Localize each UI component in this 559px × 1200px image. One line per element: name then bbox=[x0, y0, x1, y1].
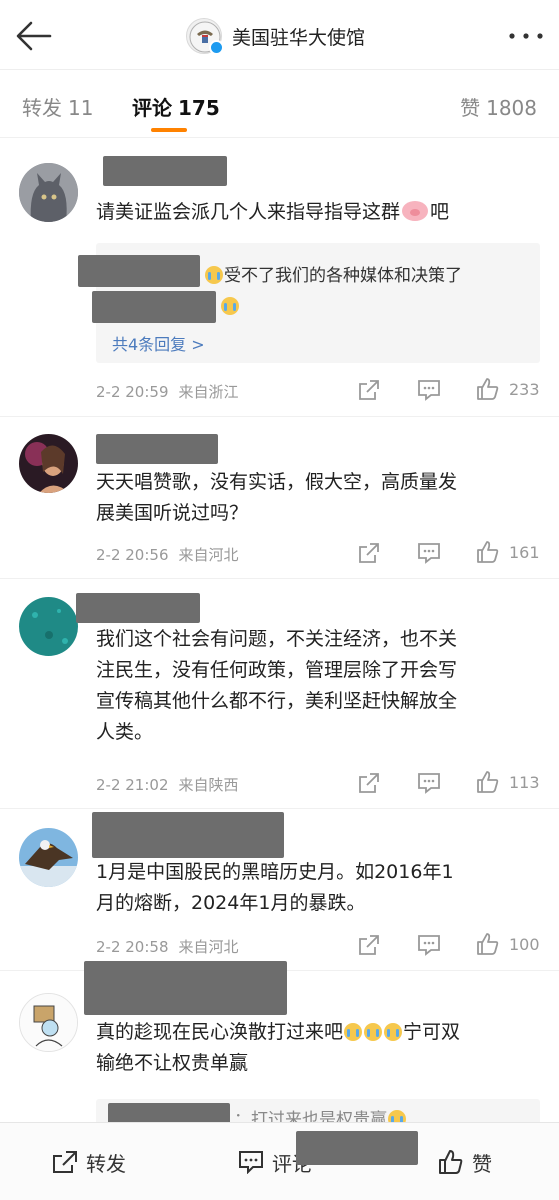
tab-label: 转发 bbox=[22, 96, 62, 120]
eagle-seal-icon bbox=[186, 18, 224, 55]
back-button[interactable] bbox=[14, 18, 54, 54]
verified-badge-icon bbox=[209, 40, 224, 55]
like-count: 113 bbox=[509, 773, 540, 792]
comment-text: 1月是中国股民的黑暗历史月。如2016年1 月的熔断，2024年1月的暴跌。 bbox=[96, 861, 454, 914]
tab-repost[interactable]: 转发 11 bbox=[22, 92, 93, 121]
share-icon[interactable] bbox=[358, 542, 380, 564]
reply-text bbox=[220, 297, 240, 317]
tab-bar: 转发 11 评论 175 赞 1808 bbox=[0, 70, 559, 138]
tab-count: 175 bbox=[178, 96, 220, 120]
comment-icon[interactable] bbox=[417, 379, 441, 401]
more-button[interactable] bbox=[506, 24, 546, 48]
avatar[interactable] bbox=[19, 597, 78, 656]
thumbs-up-icon[interactable] bbox=[476, 540, 500, 564]
avatar[interactable] bbox=[19, 828, 78, 887]
avatar[interactable] bbox=[19, 434, 78, 493]
tab-likes[interactable]: 赞 1808 bbox=[460, 92, 537, 121]
redacted-username bbox=[84, 961, 287, 1015]
comment-meta: 2-2 20:58 来自河北 bbox=[96, 938, 239, 956]
redacted-username bbox=[103, 156, 227, 186]
more-dots-icon bbox=[509, 33, 543, 39]
comment-item: 真的趁现在民心涣散打过来吧 宁可双 输绝不让权贵单赢 ：打过来也是权贵赢 bbox=[0, 961, 559, 1130]
comment-item: 天天唱赞歌，没有实话，假大空，高质量发 展美国听说过吗？ 2-2 20:56 来自河… bbox=[0, 417, 559, 579]
comment-item: 请美证监会派几个人来指导指导这群吧 受不了我们的各种媒体和决策了 共4条回复 >… bbox=[0, 139, 559, 417]
like-label: 赞 bbox=[472, 1151, 492, 1176]
crying-emoji-icon bbox=[344, 1023, 363, 1041]
crying-emoji-icon bbox=[364, 1023, 383, 1041]
crying-emoji-icon bbox=[221, 297, 239, 315]
thumbs-up-icon bbox=[439, 1150, 463, 1174]
like-count: 233 bbox=[509, 380, 540, 399]
thumbs-up-icon[interactable] bbox=[476, 770, 500, 794]
avatar[interactable] bbox=[19, 163, 78, 222]
share-icon bbox=[53, 1151, 77, 1173]
thumbs-up-icon[interactable] bbox=[476, 932, 500, 956]
comment-icon[interactable] bbox=[417, 542, 441, 564]
comment-icon bbox=[239, 1151, 263, 1174]
redacted-username bbox=[92, 812, 284, 858]
redacted-overlay bbox=[296, 1131, 418, 1165]
redacted-username bbox=[92, 291, 216, 323]
comment-text: 请美证监会派几个人来指导指导这群吧 bbox=[96, 201, 450, 223]
page-title: 美国驻华大使馆 bbox=[232, 26, 366, 49]
comment-meta: 2-2 20:59 来自浙江 bbox=[96, 383, 239, 401]
bottom-action-bar: 转发 评论 赞 bbox=[0, 1122, 559, 1200]
share-icon[interactable] bbox=[358, 934, 380, 956]
comment-text: 天天唱赞歌，没有实话，假大空，高质量发 展美国听说过吗？ bbox=[96, 471, 458, 524]
tab-count: 1808 bbox=[486, 96, 537, 120]
pig-emoji-icon bbox=[402, 201, 429, 221]
top-bar: 美国驻华大使馆 bbox=[0, 0, 559, 70]
comment-item: 我们这个社会有问题，不关注经济，也不关 注民生，没有任何政策，管理层除了开会写 … bbox=[0, 579, 559, 809]
comment-text: 真的趁现在民心涣散打过来吧 宁可双 输绝不让权贵单赢 bbox=[96, 1021, 461, 1074]
reply-text: 受不了我们的各种媒体和决策了 bbox=[204, 261, 462, 286]
tab-label: 赞 bbox=[460, 96, 481, 120]
redacted-username bbox=[96, 434, 218, 464]
active-tab-indicator bbox=[151, 128, 187, 132]
share-icon[interactable] bbox=[358, 772, 380, 794]
comment-meta: 2-2 21:02 来自陕西 bbox=[96, 776, 239, 794]
redacted-username bbox=[78, 255, 200, 287]
comment-meta: 2-2 20:56 来自河北 bbox=[96, 546, 239, 564]
share-icon[interactable] bbox=[358, 379, 380, 401]
tab-label: 评论 bbox=[132, 96, 172, 120]
account-header[interactable]: 美国驻华大使馆 bbox=[186, 17, 365, 55]
like-count: 161 bbox=[509, 543, 540, 562]
crying-emoji-icon bbox=[384, 1023, 403, 1041]
redacted-username bbox=[76, 593, 200, 623]
comment-item: 1月是中国股民的黑暗历史月。如2016年1 月的熔断，2024年1月的暴跌。 2-… bbox=[0, 809, 559, 971]
comment-icon[interactable] bbox=[417, 772, 441, 794]
reply-preview-box[interactable]: 受不了我们的各种媒体和决策了 共4条回复 > bbox=[78, 243, 540, 363]
repost-label: 转发 bbox=[86, 1151, 126, 1176]
more-replies-link[interactable]: 共4条回复 > bbox=[112, 331, 205, 355]
avatar[interactable] bbox=[19, 993, 78, 1052]
comment-icon[interactable] bbox=[417, 934, 441, 956]
tab-comments[interactable]: 评论 175 bbox=[132, 92, 220, 121]
repost-button[interactable]: 转发 bbox=[52, 1147, 126, 1177]
like-count: 100 bbox=[509, 935, 540, 954]
arrow-left-icon bbox=[16, 21, 52, 51]
like-button[interactable]: 赞 bbox=[438, 1147, 492, 1177]
crying-emoji-icon bbox=[205, 266, 223, 284]
comment-text: 我们这个社会有问题，不关注经济，也不关 注民生，没有任何政策，管理层除了开会写 … bbox=[96, 628, 458, 743]
thumbs-up-icon[interactable] bbox=[476, 377, 500, 401]
tab-count: 11 bbox=[68, 96, 94, 120]
